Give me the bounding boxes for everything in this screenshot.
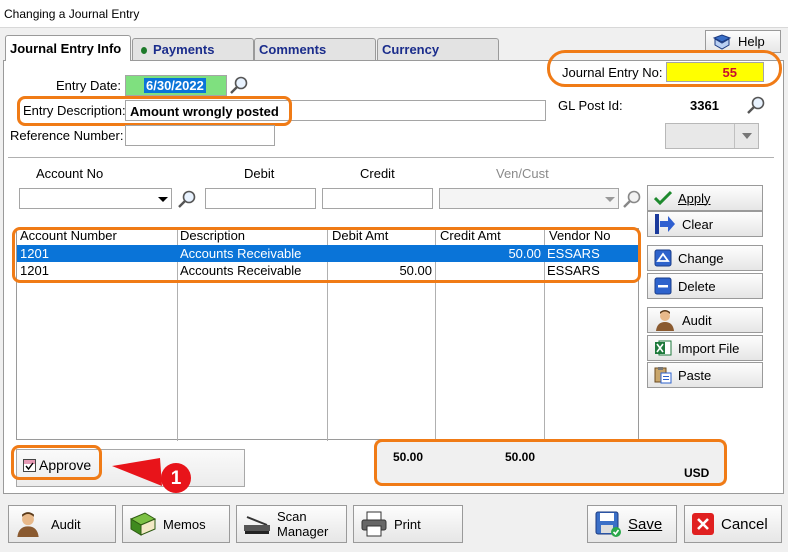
- credit-label: Credit: [360, 166, 395, 181]
- cancel-button[interactable]: Cancel: [684, 505, 782, 543]
- scan-line1: Scan: [277, 509, 307, 524]
- debit-label: Debit: [244, 166, 275, 181]
- change-button[interactable]: Change: [647, 245, 763, 271]
- totals-highlight: [374, 439, 727, 486]
- auditor-person-icon: [656, 310, 674, 331]
- paste-button[interactable]: Paste: [647, 362, 763, 388]
- clear-button[interactable]: Clear: [647, 211, 763, 237]
- entry-date-search-button[interactable]: [229, 75, 249, 98]
- tab-comments[interactable]: Comments: [254, 38, 376, 60]
- entry-description-value: Amount wrongly posted: [130, 104, 279, 119]
- scan-line2: Manager: [277, 524, 329, 539]
- change-up-icon: [654, 249, 672, 267]
- vencust-dropdown[interactable]: [439, 188, 619, 209]
- reference-number-field[interactable]: [125, 125, 275, 146]
- tab-payments-label: Payments: [153, 42, 215, 57]
- close-x-icon: [692, 513, 714, 535]
- apply-label: Apply: [678, 190, 711, 206]
- delete-minus-icon: [654, 277, 672, 295]
- vencust-label: Ven/Cust: [496, 166, 549, 181]
- magnifier-icon: [747, 96, 765, 114]
- floppy-save-icon: [595, 511, 621, 537]
- audit-side-label: Audit: [682, 312, 712, 328]
- currency-code: USD: [684, 466, 710, 480]
- entry-date-label: Entry Date:: [56, 78, 122, 93]
- total-debit: 50.00: [393, 450, 424, 464]
- help-book-icon: [712, 33, 732, 50]
- auditor-person-icon: [17, 512, 39, 537]
- excel-icon: [655, 340, 672, 356]
- import-file-label: Import File: [678, 340, 740, 356]
- print-label: Print: [394, 516, 421, 532]
- printer-icon: [361, 511, 387, 537]
- clear-arrow-icon: [655, 214, 675, 234]
- account-search-button[interactable]: [177, 189, 197, 212]
- scan-manager-button[interactable]: Scan Manager: [236, 505, 347, 543]
- reference-number-label: Reference Number:: [10, 128, 124, 143]
- delete-button[interactable]: Delete: [647, 273, 763, 299]
- audit-label: Audit: [51, 516, 81, 532]
- paste-label: Paste: [678, 367, 712, 383]
- import-file-button[interactable]: Import File: [647, 335, 763, 361]
- journal-entry-no-label: Journal Entry No:: [562, 65, 663, 80]
- gl-post-search-button[interactable]: [746, 95, 766, 118]
- gl-post-dropdown[interactable]: [665, 123, 759, 149]
- payments-dot-icon: [141, 46, 147, 54]
- memos-label: Memos: [163, 516, 206, 532]
- tab-payments[interactable]: Payments: [132, 38, 254, 60]
- approve-checkbox[interactable]: Approve: [23, 457, 91, 473]
- scanner-icon: [244, 516, 270, 534]
- account-no-dropdown[interactable]: [19, 188, 172, 209]
- account-no-label: Account No: [36, 166, 104, 181]
- section-divider: [8, 157, 774, 158]
- delete-label: Delete: [678, 278, 716, 294]
- cancel-label: Cancel: [721, 515, 768, 533]
- print-button[interactable]: Print: [353, 505, 463, 543]
- chevron-down-icon: [734, 124, 758, 148]
- chevron-down-icon: [155, 189, 171, 208]
- paste-clipboard-icon: [654, 367, 672, 384]
- callout-number: 1: [170, 468, 182, 489]
- gl-post-id-label: GL Post Id:: [558, 98, 623, 113]
- debit-input[interactable]: [205, 188, 316, 209]
- credit-input[interactable]: [322, 188, 433, 209]
- audit-button[interactable]: Audit: [8, 505, 116, 543]
- scan-manager-label: Scan Manager: [277, 509, 328, 539]
- total-credit: 50.00: [505, 450, 536, 464]
- save-button[interactable]: Save: [587, 505, 677, 543]
- audit-side-button[interactable]: Audit: [647, 307, 763, 333]
- chevron-down-icon: [602, 189, 618, 208]
- tab-journal-entry-info[interactable]: Journal Entry Info: [5, 35, 131, 61]
- entry-date-value: 6/30/2022: [144, 78, 206, 93]
- checkmark-icon: [654, 190, 672, 206]
- book-icon: [129, 512, 157, 536]
- vencust-search-button[interactable]: [622, 189, 642, 212]
- change-label: Change: [678, 250, 724, 266]
- grid-rows-highlight: [12, 227, 641, 283]
- approve-label: Approve: [39, 457, 92, 473]
- checkbox-checked-icon: [23, 458, 36, 472]
- memos-button[interactable]: Memos: [122, 505, 230, 543]
- tab-currency[interactable]: Currency: [377, 38, 499, 60]
- help-label: Help: [738, 34, 765, 49]
- gl-post-id-value: 3361: [690, 98, 719, 113]
- journal-entry-no-value: 55: [666, 62, 764, 82]
- callout-arrow-icon: [112, 458, 191, 493]
- magnifier-icon: [623, 190, 641, 208]
- magnifier-icon: [230, 76, 248, 94]
- entry-description-label: Entry Description:: [23, 103, 126, 118]
- magnifier-icon: [178, 190, 196, 208]
- window-title: Changing a Journal Entry: [0, 0, 788, 28]
- save-label: Save: [628, 515, 663, 533]
- apply-button[interactable]: Apply: [647, 185, 763, 211]
- entry-date-field[interactable]: 6/30/2022: [125, 75, 227, 96]
- clear-label: Clear: [682, 216, 714, 232]
